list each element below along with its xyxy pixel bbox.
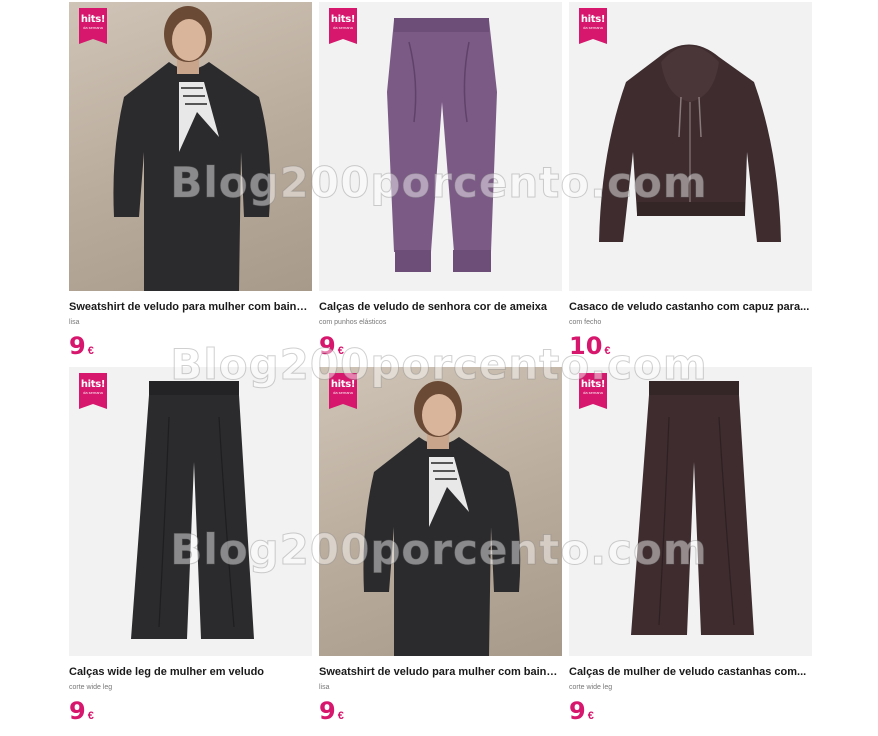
product-price[interactable]: 9 € xyxy=(69,699,312,728)
product-price[interactable]: 9 € xyxy=(69,334,312,363)
product-subtitle: com punhos elásticos xyxy=(319,319,387,326)
plum-velvet-pants-image xyxy=(387,18,497,272)
product-title[interactable]: Sweatshirt de veludo para mulher com bai… xyxy=(319,665,562,679)
product-price[interactable]: 10 € xyxy=(569,334,812,363)
product-card[interactable]: hits! da semana Casaco de veludo castanho… xyxy=(569,2,812,363)
brown-wide-leg-pants-image xyxy=(631,381,754,635)
black-wide-leg-pants-image xyxy=(131,381,254,639)
product-subtitle: lisa xyxy=(319,684,330,691)
product-price[interactable]: 9 € xyxy=(569,699,812,728)
product-grid: hits! da semana Sweatshirt de veludo para… xyxy=(0,0,878,736)
product-image[interactable]: hits! da semana xyxy=(319,2,562,291)
product-card[interactable]: hits! da semana Calças de mulher de velud… xyxy=(569,367,812,728)
product-image[interactable]: hits! da semana xyxy=(569,2,812,291)
product-card[interactable]: hits! da semana Calças de veludo de senho… xyxy=(319,2,562,363)
product-image[interactable]: hits! da semana xyxy=(319,367,562,656)
hits-badge: hits! da semana xyxy=(579,8,607,44)
product-title[interactable]: Calças de mulher de veludo castanhas com… xyxy=(569,665,812,679)
product-price[interactable]: 9 € xyxy=(319,334,562,363)
product-title[interactable]: Calças de veludo de senhora cor de ameix… xyxy=(319,300,562,314)
hits-badge: hits! da semana xyxy=(329,8,357,44)
product-title[interactable]: Sweatshirt de veludo para mulher com bai… xyxy=(69,300,312,314)
product-subtitle: com fecho xyxy=(569,319,602,326)
product-card[interactable]: hits! da semana Calças wide leg de mulher… xyxy=(69,367,312,728)
product-image[interactable]: hits! da semana xyxy=(569,367,812,656)
hits-badge: hits! da semana xyxy=(79,8,107,44)
model-sweatshirt-black-image xyxy=(363,381,521,656)
product-image[interactable]: hits! da semana xyxy=(69,367,312,656)
product-card[interactable]: hits! da semana Sweatshirt de veludo para… xyxy=(69,2,312,363)
hits-badge: hits! da semana xyxy=(329,373,357,409)
model-sweatshirt-black-image xyxy=(113,6,271,291)
product-title[interactable]: Casaco de veludo castanho com capuz para… xyxy=(569,300,812,314)
product-price[interactable]: 9 € xyxy=(319,699,562,728)
product-subtitle: corte wide leg xyxy=(569,684,613,691)
hits-badge: hits! da semana xyxy=(579,373,607,409)
product-card[interactable]: hits! da semana Sweatshirt de veludo para… xyxy=(319,367,562,728)
product-image[interactable]: hits! da semana xyxy=(69,2,312,291)
product-subtitle: corte wide leg xyxy=(69,684,113,691)
product-title[interactable]: Calças wide leg de mulher em veludo xyxy=(69,665,312,679)
product-subtitle: lisa xyxy=(69,319,80,326)
hits-badge: hits! da semana xyxy=(79,373,107,409)
brown-velvet-hoodie-image xyxy=(599,44,781,242)
